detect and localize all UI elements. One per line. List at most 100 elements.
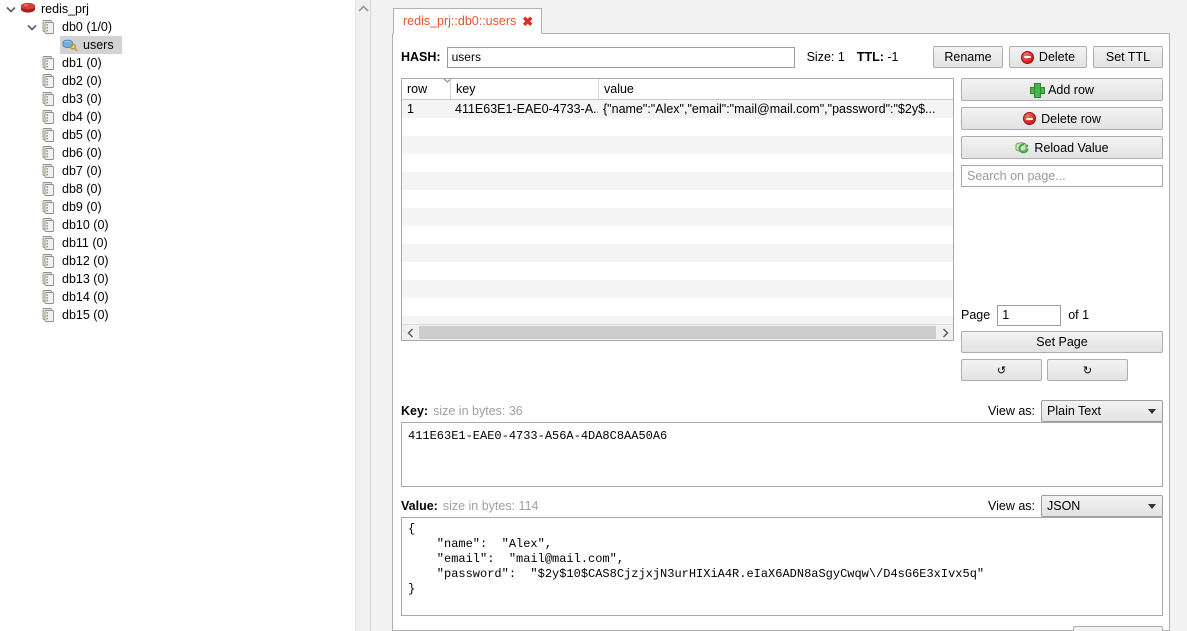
- add-row-button[interactable]: Add row: [961, 78, 1163, 101]
- minus-circle-icon: [1020, 50, 1034, 64]
- tree-item-label: db14 (0): [62, 290, 109, 304]
- delete-label: Delete: [1038, 50, 1076, 64]
- tree-item-label: db6 (0): [62, 146, 102, 160]
- value-view-as-label: View as:: [987, 499, 1035, 513]
- chevron-down-icon[interactable]: [25, 20, 39, 34]
- delete-key-button[interactable]: Delete: [1009, 46, 1087, 68]
- tree-item-db5[interactable]: db5 (0): [0, 126, 370, 144]
- value-size-text: size in bytes: 114: [442, 499, 539, 513]
- tree-item-db2[interactable]: db2 (0): [0, 72, 370, 90]
- tree-item-label: db10 (0): [62, 218, 109, 232]
- database-icon: [41, 217, 57, 233]
- reload-value-button[interactable]: Reload Value: [961, 136, 1163, 159]
- column-header-row[interactable]: row: [402, 79, 452, 99]
- column-header-key[interactable]: key: [450, 79, 598, 99]
- tree-item-db1[interactable]: db1 (0): [0, 54, 370, 72]
- key-content-textarea[interactable]: 411E63E1-EAE0-4733-A56A-4DA8C8AA50A6: [401, 422, 1163, 487]
- hash-name-input[interactable]: [446, 46, 795, 68]
- tree-item-db15[interactable]: db15 (0): [0, 306, 370, 324]
- database-icon: [41, 145, 57, 161]
- scroll-up-icon[interactable]: [356, 0, 370, 16]
- close-icon[interactable]: ✖: [522, 15, 533, 28]
- key-editor-panel: redis_prj::db0::users ✖ HASH: Size: 1 TT…: [392, 0, 1170, 631]
- next-page-button[interactable]: ↻: [1047, 359, 1128, 381]
- redis-client-window: redis_prj db0 (1/0) users db1 (0) db2 (0) db3…: [0, 0, 1187, 631]
- tree-item-label: db1 (0): [62, 56, 102, 70]
- key-view-as-value: Plain Text: [1047, 404, 1101, 418]
- ttl-label: TTL:: [856, 50, 884, 64]
- key-view-as-group: View as: Plain Text: [988, 400, 1163, 422]
- tab-redis-prj-db0-users[interactable]: redis_prj::db0::users ✖: [393, 8, 543, 34]
- tree-item-db11[interactable]: db11 (0): [0, 234, 370, 252]
- ttl-value: -1: [887, 50, 899, 64]
- tree-item-db10[interactable]: db10 (0): [0, 216, 370, 234]
- save-button[interactable]: Save: [1073, 626, 1163, 631]
- tree-item-content: db0 (1/0): [39, 18, 120, 36]
- tree-item-redis_prj[interactable]: redis_prj: [0, 0, 370, 18]
- database-icon: [41, 307, 57, 323]
- tree-item-content: db6 (0): [39, 144, 110, 162]
- key-label: Key:: [401, 404, 429, 418]
- database-icon: [41, 109, 57, 125]
- tree-item-db14[interactable]: db14 (0): [0, 288, 370, 306]
- value-view-as-select[interactable]: JSON: [1041, 495, 1163, 517]
- database-icon: [41, 253, 57, 269]
- tree-item-db4[interactable]: db4 (0): [0, 108, 370, 126]
- page-nav-row: ↺ ↻: [961, 359, 1163, 381]
- scroll-left-icon[interactable]: [402, 325, 418, 340]
- page-number-input[interactable]: [997, 304, 1062, 326]
- database-icon: [41, 73, 57, 89]
- tree-item-db8[interactable]: db8 (0): [0, 180, 370, 198]
- tree-item-content: db14 (0): [39, 288, 117, 306]
- set-ttl-button[interactable]: Set TTL: [1093, 46, 1163, 68]
- value-content-textarea[interactable]: { "name": "Alex", "email": "mail@mail.co…: [401, 517, 1163, 616]
- key-section-header: Key: size in bytes: 36 View as: Plain Te…: [401, 400, 1163, 422]
- tree-item-label: db4 (0): [62, 110, 102, 124]
- tree-item-db9[interactable]: db9 (0): [0, 198, 370, 216]
- cell-row: 1: [407, 102, 414, 116]
- cell-key: 411E63E1-EAE0-4733-A...: [455, 102, 598, 116]
- tree-item-label: db7 (0): [62, 164, 102, 178]
- database-icon: [41, 271, 57, 287]
- previous-page-icon: ↺: [996, 364, 1007, 377]
- database-icon: [41, 91, 57, 107]
- tree-item-label: db15 (0): [62, 308, 109, 322]
- set-ttl-label: Set TTL: [1105, 50, 1151, 64]
- hash-fields-table[interactable]: row key value 1 411E63E1-EAE0-4733-A... {"…: [401, 78, 954, 341]
- value-section-header: Value: size in bytes: 114 View as: JSON: [401, 495, 1163, 517]
- database-icon: [41, 199, 57, 215]
- plus-icon: [1030, 83, 1046, 98]
- chevron-down-icon[interactable]: [4, 2, 18, 16]
- tree-item-content: db12 (0): [39, 252, 117, 270]
- tree-item-db6[interactable]: db6 (0): [0, 144, 370, 162]
- tree-item-db13[interactable]: db13 (0): [0, 270, 370, 288]
- tree-item-label: db2 (0): [62, 74, 102, 88]
- tree-item-db7[interactable]: db7 (0): [0, 162, 370, 180]
- tree-item-db3[interactable]: db3 (0): [0, 90, 370, 108]
- scroll-right-icon[interactable]: [937, 325, 953, 340]
- tree-item-content: db13 (0): [39, 270, 117, 288]
- key-view-as-select[interactable]: Plain Text: [1041, 400, 1163, 422]
- search-on-page-input[interactable]: [961, 165, 1163, 187]
- delete-row-button[interactable]: Delete row: [961, 107, 1163, 130]
- rename-button[interactable]: Rename: [933, 46, 1003, 68]
- previous-page-button[interactable]: ↺: [961, 359, 1042, 381]
- delete-row-label: Delete row: [1041, 111, 1101, 126]
- tree-item-db12[interactable]: db12 (0): [0, 252, 370, 270]
- size-value: 1: [837, 50, 845, 64]
- tree-vertical-scrollbar[interactable]: [355, 0, 370, 631]
- tree-item-users[interactable]: users: [0, 36, 370, 54]
- scrollbar-thumb[interactable]: [419, 326, 936, 339]
- set-page-button[interactable]: Set Page: [961, 331, 1163, 353]
- value-label: Value:: [401, 499, 438, 513]
- table-row[interactable]: 1 411E63E1-EAE0-4733-A... {"name":"Alex","…: [402, 100, 953, 118]
- size-indicator: Size: 1: [807, 50, 845, 64]
- tree-item-db0[interactable]: db0 (1/0): [0, 18, 370, 36]
- column-header-value[interactable]: value: [598, 79, 953, 99]
- tree-item-label: db11 (0): [62, 236, 108, 250]
- table-horizontal-scrollbar[interactable]: [402, 324, 953, 340]
